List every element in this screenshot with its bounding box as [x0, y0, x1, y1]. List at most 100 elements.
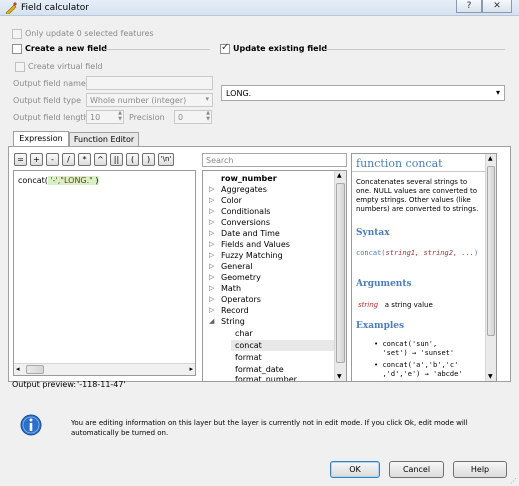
tree-item-char[interactable]: char [235, 329, 253, 338]
expand-arrow-icon[interactable]: ▷ [209, 240, 214, 248]
expression-function: concat( [18, 176, 48, 185]
syntax-fn: concat( [356, 249, 386, 257]
window-title: Field calculator [21, 3, 90, 13]
create-new-field-label: Create a new field [25, 44, 107, 53]
example-2-line-b: ,'d','e') → 'abcde' [382, 370, 463, 378]
scroll-thumb[interactable] [487, 166, 495, 336]
syntax-text: concat(string1, string2, ...) [356, 248, 486, 258]
open-paren-button[interactable]: ( [126, 153, 139, 166]
output-field-length-spinbox[interactable]: 10 ▲ ▼ [86, 110, 124, 124]
arg-name: string [358, 301, 379, 309]
function-search-input[interactable]: Search [202, 153, 347, 167]
syntax-end: ) [474, 249, 479, 257]
tab-expression[interactable]: Expression [13, 131, 69, 146]
help-button[interactable]: Help [453, 461, 507, 478]
scroll-down-icon[interactable]: ▼ [337, 373, 342, 380]
tree-group-fuzzy-matching[interactable]: Fuzzy Matching [221, 251, 283, 260]
tree-item-format-number[interactable]: format_number [235, 375, 297, 381]
function-tree[interactable]: row_number ▷ Aggregates ▷ Color ▷ Condition… [202, 170, 347, 382]
expand-arrow-icon[interactable]: ▷ [209, 218, 214, 226]
info-icon [20, 414, 42, 436]
spin-arrows-icon: ▲ ▼ [206, 110, 210, 122]
equals-operator-button[interactable]: = [14, 153, 27, 166]
scroll-up-icon[interactable]: ▲ [488, 155, 493, 162]
info-message-line1: You are editing information on this laye… [71, 419, 468, 427]
scroll-thumb[interactable] [26, 365, 44, 374]
scroll-thumb[interactable] [336, 183, 345, 363]
collapse-arrow-icon[interactable]: ◢ [209, 317, 214, 325]
group-divider [104, 49, 210, 50]
help-divider [352, 171, 486, 172]
tree-group-fields-values[interactable]: Fields and Values [221, 240, 290, 249]
expression-text[interactable]: concat( '-',"LONG." ) [18, 176, 99, 185]
arguments-heading: Arguments [356, 279, 412, 289]
create-virtual-field-checkbox[interactable] [15, 62, 25, 72]
vertical-scrollbar[interactable]: ▲ ▼ [334, 171, 346, 381]
tree-item-format[interactable]: format [235, 353, 262, 362]
help-description: Concatenates several strings to one. NUL… [356, 178, 479, 213]
scroll-up-icon[interactable]: ▲ [337, 172, 342, 179]
tree-group-color[interactable]: Color [221, 196, 242, 205]
tree-group-date-time[interactable]: Date and Time [221, 229, 280, 238]
output-field-type-select[interactable]: Whole number (integer) ▾ [86, 93, 213, 107]
help-icon[interactable]: ? [456, 0, 482, 13]
info-message-line2: automatically be turned on. [71, 429, 169, 437]
expand-arrow-icon[interactable]: ▷ [209, 185, 214, 193]
scroll-down-icon[interactable]: ▼ [488, 373, 493, 380]
only-update-selected-checkbox[interactable] [12, 29, 22, 39]
concat-operator-button[interactable]: || [110, 153, 123, 166]
newline-operator-button[interactable]: '\n' [158, 153, 174, 166]
expand-arrow-icon[interactable]: ▷ [209, 196, 214, 204]
tree-group-conversions[interactable]: Conversions [221, 218, 270, 227]
scroll-right-icon[interactable]: ▸ [189, 365, 193, 373]
divide-operator-button[interactable]: / [62, 153, 75, 166]
minus-operator-button[interactable]: - [46, 153, 59, 166]
update-existing-field-label: Update existing field [233, 44, 328, 53]
tree-group-geometry[interactable]: Geometry [221, 273, 261, 282]
expand-arrow-icon[interactable]: ▷ [209, 306, 214, 314]
close-paren-button[interactable]: ) [142, 153, 155, 166]
update-existing-field-checkbox[interactable] [220, 42, 230, 54]
tree-group-string[interactable]: String [221, 317, 245, 326]
tree-group-operators[interactable]: Operators [221, 295, 261, 304]
multiply-operator-button[interactable]: * [78, 153, 91, 166]
horizontal-scrollbar[interactable]: ◂ ▸ [14, 363, 195, 375]
output-field-name-input[interactable] [86, 76, 213, 90]
field-calculator-icon [5, 2, 17, 14]
output-field-length-value: 10 [90, 113, 101, 122]
tree-item-row-number[interactable]: row_number [221, 174, 277, 183]
expression-editor[interactable]: concat( '-',"LONG." ) ◂ ▸ [13, 170, 196, 376]
output-field-type-value: Whole number (integer) [90, 96, 187, 105]
power-operator-button[interactable]: ^ [94, 153, 107, 166]
create-new-field-checkbox[interactable] [12, 44, 22, 54]
precision-spinbox[interactable]: 0 ▲ ▼ [174, 110, 212, 124]
expand-arrow-icon[interactable]: ▷ [209, 262, 214, 270]
expand-arrow-icon[interactable]: ▷ [209, 251, 214, 259]
expand-arrow-icon[interactable]: ▷ [209, 273, 214, 281]
help-title: function concat [356, 157, 443, 170]
syntax-heading: Syntax [356, 228, 390, 238]
ok-button[interactable]: OK [330, 461, 380, 478]
scroll-left-icon[interactable]: ◂ [16, 365, 20, 373]
tree-group-record[interactable]: Record [221, 306, 249, 315]
expand-arrow-icon[interactable]: ▷ [209, 229, 214, 237]
tree-group-conditionals[interactable]: Conditionals [221, 207, 270, 216]
argument-row: string a string value [358, 301, 433, 309]
example-1-line-b: 'set') → 'sunset' [382, 349, 455, 357]
tree-item-format-date[interactable]: format_date [235, 365, 284, 374]
tree-group-aggregates[interactable]: Aggregates [221, 185, 267, 194]
tree-group-math[interactable]: Math [221, 284, 241, 293]
expand-arrow-icon[interactable]: ▷ [209, 295, 214, 303]
existing-field-select[interactable]: LONG. ▾ [221, 85, 505, 101]
cancel-button[interactable]: Cancel [389, 461, 444, 478]
close-icon[interactable]: ✕ [482, 0, 512, 13]
resize-grip-icon[interactable]: ⋰ [510, 477, 517, 485]
tab-function-editor[interactable]: Function Editor [69, 132, 139, 146]
help-scrollbar[interactable]: ▲ ▼ [485, 154, 496, 381]
tree-group-general[interactable]: General [221, 262, 253, 271]
expand-arrow-icon[interactable]: ▷ [209, 207, 214, 215]
tree-item-concat[interactable]: concat [235, 341, 262, 350]
plus-operator-button[interactable]: + [30, 153, 43, 166]
output-preview-value: '-118-11-47' [77, 380, 126, 389]
expand-arrow-icon[interactable]: ▷ [209, 284, 214, 292]
